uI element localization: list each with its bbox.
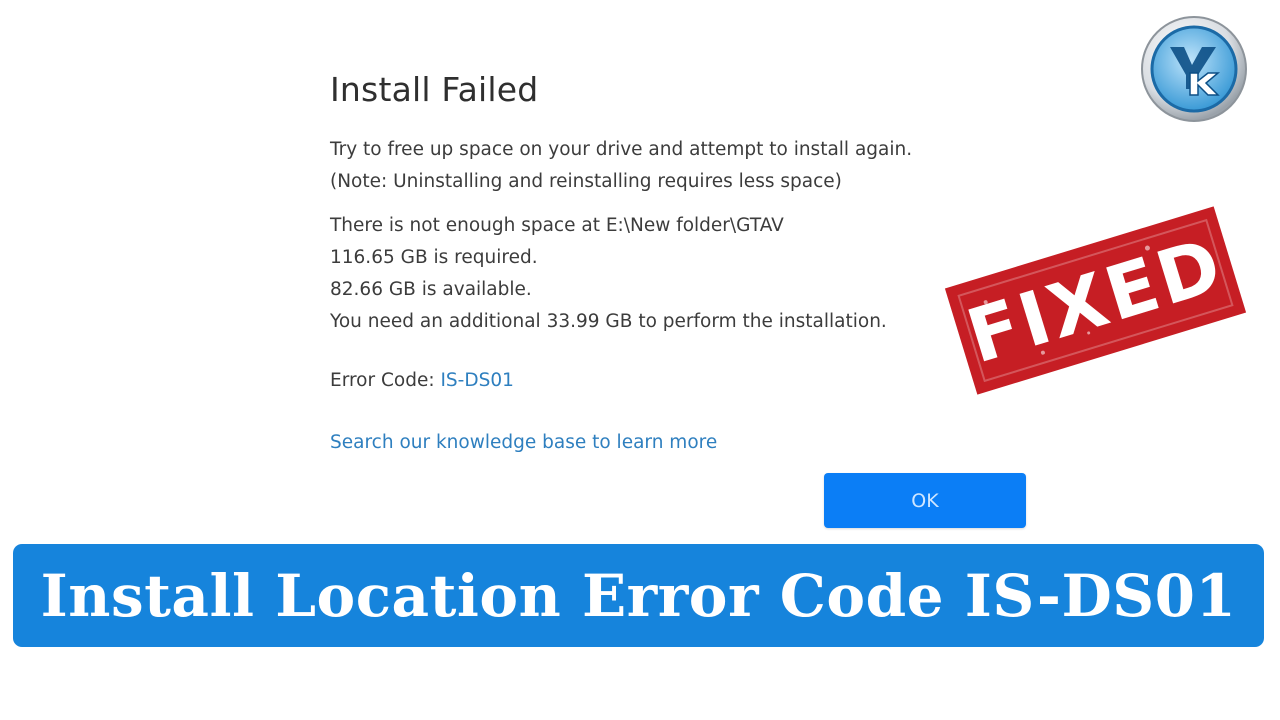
free-space-message: Try to free up space on your drive and a… [330, 134, 912, 198]
knowledge-base-row: Search our knowledge base to learn more [330, 427, 717, 459]
additional-space-line: You need an additional 33.99 GB to perfo… [330, 311, 887, 332]
available-space-line: 82.66 GB is available. [330, 279, 532, 300]
error-code-link[interactable]: IS-DS01 [440, 370, 513, 391]
error-code-label: Error Code: [330, 370, 441, 391]
banner-title: Install Location Error Code IS-DS01 [40, 561, 1237, 630]
message-line: Try to free up space on your drive and a… [330, 139, 913, 160]
stamp-text: FIXED [957, 221, 1234, 380]
space-location-line: There is not enough space at E:\New fold… [330, 215, 784, 236]
required-space-line: 116.65 GB is required. [330, 247, 538, 268]
thumbnail-canvas: Install Failed Try to free up space on y… [0, 0, 1280, 720]
install-failed-dialog: Install Failed Try to free up space on y… [330, 70, 1030, 453]
title-banner: Install Location Error Code IS-DS01 [13, 544, 1264, 647]
space-details: There is not enough space at E:\New fold… [330, 210, 887, 338]
note-line: (Note: Uninstalling and reinstalling req… [330, 171, 842, 192]
logo-icon [1141, 16, 1247, 122]
yks-logo [1140, 15, 1248, 123]
dialog-title: Install Failed [330, 70, 539, 109]
ok-button[interactable]: OK [824, 473, 1026, 528]
knowledge-base-link[interactable]: Search our knowledge base to learn more [330, 432, 717, 453]
error-code-row: Error Code: IS-DS01 [330, 365, 514, 397]
fixed-stamp: FIXED [948, 210, 1243, 391]
